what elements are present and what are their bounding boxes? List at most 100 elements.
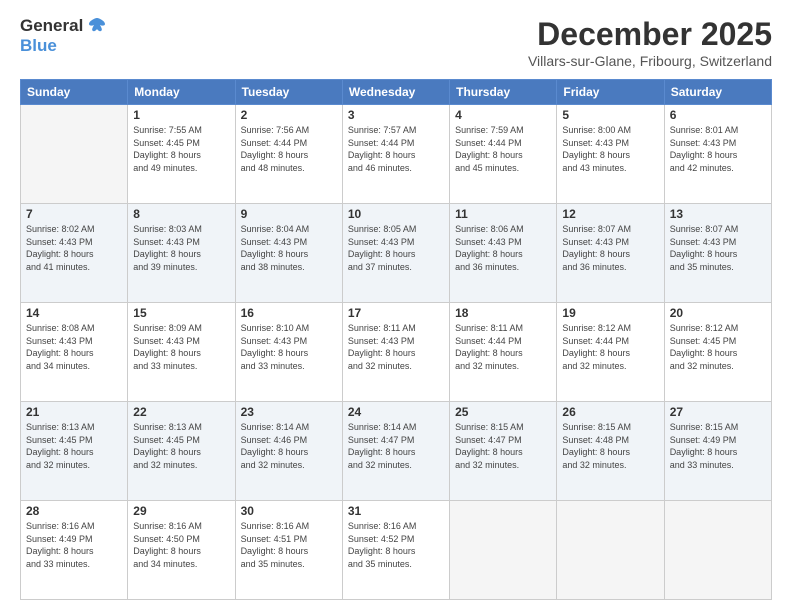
day-number: 1 (133, 108, 229, 122)
col-wednesday: Wednesday (342, 80, 449, 105)
logo-bird-icon (87, 16, 107, 36)
day-number: 27 (670, 405, 766, 419)
day-number: 18 (455, 306, 551, 320)
day-info: Sunrise: 8:10 AM Sunset: 4:43 PM Dayligh… (241, 322, 337, 372)
table-row: 6Sunrise: 8:01 AM Sunset: 4:43 PM Daylig… (664, 105, 771, 204)
table-row: 2Sunrise: 7:56 AM Sunset: 4:44 PM Daylig… (235, 105, 342, 204)
day-info: Sunrise: 8:06 AM Sunset: 4:43 PM Dayligh… (455, 223, 551, 273)
calendar-week-row: 28 Sunrise: 8:16 AM Sunset: 4:49 PM Dayli… (21, 501, 772, 600)
col-thursday: Thursday (450, 80, 557, 105)
day-info: Sunrise: 7:59 AM Sunset: 4:44 PM Dayligh… (455, 124, 551, 174)
table-row: 16Sunrise: 8:10 AM Sunset: 4:43 PM Dayli… (235, 303, 342, 402)
col-friday: Friday (557, 80, 664, 105)
day-number: 12 (562, 207, 658, 221)
logo: General Blue (20, 16, 107, 56)
day-info: Sunrise: 8:12 AM Sunset: 4:45 PM Dayligh… (670, 322, 766, 372)
table-row: 9Sunrise: 8:04 AM Sunset: 4:43 PM Daylig… (235, 204, 342, 303)
day-info: Sunrise: 8:03 AM Sunset: 4:43 PM Dayligh… (133, 223, 229, 273)
day-info: Sunrise: 8:09 AM Sunset: 4:43 PM Dayligh… (133, 322, 229, 372)
day-info: Sunrise: 8:15 AM Sunset: 4:48 PM Dayligh… (562, 421, 658, 471)
table-row: 26 Sunrise: 8:15 AM Sunset: 4:48 PM Dayli… (557, 402, 664, 501)
day-info: Sunrise: 8:05 AM Sunset: 4:43 PM Dayligh… (348, 223, 444, 273)
day-info: Sunrise: 7:57 AM Sunset: 4:44 PM Dayligh… (348, 124, 444, 174)
day-info: Sunrise: 8:16 AM Sunset: 4:49 PM Dayligh… (26, 520, 122, 570)
calendar-week-row: 14Sunrise: 8:08 AM Sunset: 4:43 PM Dayli… (21, 303, 772, 402)
day-info: Sunrise: 8:12 AM Sunset: 4:44 PM Dayligh… (562, 322, 658, 372)
day-number: 19 (562, 306, 658, 320)
day-number: 17 (348, 306, 444, 320)
day-info: Sunrise: 8:08 AM Sunset: 4:43 PM Dayligh… (26, 322, 122, 372)
day-info: Sunrise: 8:16 AM Sunset: 4:50 PM Dayligh… (133, 520, 229, 570)
day-info: Sunrise: 8:15 AM Sunset: 4:47 PM Dayligh… (455, 421, 551, 471)
day-info: Sunrise: 8:13 AM Sunset: 4:45 PM Dayligh… (133, 421, 229, 471)
table-row: 19 Sunrise: 8:12 AM Sunset: 4:44 PM Dayli… (557, 303, 664, 402)
table-row: 17 Sunrise: 8:11 AM Sunset: 4:43 PM Dayli… (342, 303, 449, 402)
day-number: 26 (562, 405, 658, 419)
table-row: 21Sunrise: 8:13 AM Sunset: 4:45 PM Dayli… (21, 402, 128, 501)
header: General Blue December 2025 Villars-sur-G… (20, 16, 772, 69)
day-info: Sunrise: 8:11 AM Sunset: 4:44 PM Dayligh… (455, 322, 551, 372)
day-number: 30 (241, 504, 337, 518)
col-tuesday: Tuesday (235, 80, 342, 105)
table-row: 29 Sunrise: 8:16 AM Sunset: 4:50 PM Dayli… (128, 501, 235, 600)
day-info: Sunrise: 8:16 AM Sunset: 4:51 PM Dayligh… (241, 520, 337, 570)
logo-general: General (20, 16, 83, 36)
table-row: 7 Sunrise: 8:02 AM Sunset: 4:43 PM Daylig… (21, 204, 128, 303)
day-number: 15 (133, 306, 229, 320)
day-number: 25 (455, 405, 551, 419)
table-row: 31Sunrise: 8:16 AM Sunset: 4:52 PM Dayli… (342, 501, 449, 600)
col-monday: Monday (128, 80, 235, 105)
table-row: 15 Sunrise: 8:09 AM Sunset: 4:43 PM Dayli… (128, 303, 235, 402)
table-row: 13Sunrise: 8:07 AM Sunset: 4:43 PM Dayli… (664, 204, 771, 303)
table-row (557, 501, 664, 600)
table-row: 11 Sunrise: 8:06 AM Sunset: 4:43 PM Dayli… (450, 204, 557, 303)
calendar-table: Sunday Monday Tuesday Wednesday Thursday… (20, 79, 772, 600)
day-number: 21 (26, 405, 122, 419)
table-row: 14Sunrise: 8:08 AM Sunset: 4:43 PM Dayli… (21, 303, 128, 402)
table-row: 23 Sunrise: 8:14 AM Sunset: 4:46 PM Dayli… (235, 402, 342, 501)
day-number: 10 (348, 207, 444, 221)
table-row: 27Sunrise: 8:15 AM Sunset: 4:49 PM Dayli… (664, 402, 771, 501)
day-number: 7 (26, 207, 122, 221)
day-info: Sunrise: 8:02 AM Sunset: 4:43 PM Dayligh… (26, 223, 122, 273)
day-info: Sunrise: 8:14 AM Sunset: 4:46 PM Dayligh… (241, 421, 337, 471)
table-row: 24 Sunrise: 8:14 AM Sunset: 4:47 PM Dayli… (342, 402, 449, 501)
table-row: 20Sunrise: 8:12 AM Sunset: 4:45 PM Dayli… (664, 303, 771, 402)
day-number: 23 (241, 405, 337, 419)
day-number: 28 (26, 504, 122, 518)
day-number: 24 (348, 405, 444, 419)
day-number: 31 (348, 504, 444, 518)
calendar-week-row: 1 Sunrise: 7:55 AM Sunset: 4:45 PM Daylig… (21, 105, 772, 204)
day-number: 4 (455, 108, 551, 122)
table-row: 1 Sunrise: 7:55 AM Sunset: 4:45 PM Daylig… (128, 105, 235, 204)
day-number: 3 (348, 108, 444, 122)
day-number: 11 (455, 207, 551, 221)
table-row: 18 Sunrise: 8:11 AM Sunset: 4:44 PM Dayli… (450, 303, 557, 402)
table-row: 22Sunrise: 8:13 AM Sunset: 4:45 PM Dayli… (128, 402, 235, 501)
table-row: 12 Sunrise: 8:07 AM Sunset: 4:43 PM Dayli… (557, 204, 664, 303)
day-number: 29 (133, 504, 229, 518)
table-row: 28 Sunrise: 8:16 AM Sunset: 4:49 PM Dayli… (21, 501, 128, 600)
table-row: 30 Sunrise: 8:16 AM Sunset: 4:51 PM Dayli… (235, 501, 342, 600)
table-row (21, 105, 128, 204)
day-info: Sunrise: 8:07 AM Sunset: 4:43 PM Dayligh… (562, 223, 658, 273)
day-number: 9 (241, 207, 337, 221)
title-block: December 2025 Villars-sur-Glane, Fribour… (528, 16, 772, 69)
calendar-week-row: 21 Sunrise: 8:13 AM Sunset: 4:45 PM Dayli… (21, 402, 772, 501)
day-info: Sunrise: 8:11 AM Sunset: 4:43 PM Dayligh… (348, 322, 444, 372)
day-info: Sunrise: 8:14 AM Sunset: 4:47 PM Dayligh… (348, 421, 444, 471)
table-row: 25 Sunrise: 8:15 AM Sunset: 4:47 PM Dayli… (450, 402, 557, 501)
table-row: 8Sunrise: 8:03 AM Sunset: 4:43 PM Daylig… (128, 204, 235, 303)
col-saturday: Saturday (664, 80, 771, 105)
day-number: 6 (670, 108, 766, 122)
location-subtitle: Villars-sur-Glane, Fribourg, Switzerland (528, 53, 772, 69)
day-info: Sunrise: 7:55 AM Sunset: 4:45 PM Dayligh… (133, 124, 229, 174)
page: General Blue December 2025 Villars-sur-G… (0, 0, 792, 612)
logo-blue: Blue (20, 36, 57, 55)
table-row: 4 Sunrise: 7:59 AM Sunset: 4:44 PM Daylig… (450, 105, 557, 204)
calendar-week-row: 7 Sunrise: 8:02 AM Sunset: 4:43 PM Daylig… (21, 204, 772, 303)
day-info: Sunrise: 8:07 AM Sunset: 4:43 PM Dayligh… (670, 223, 766, 273)
day-info: Sunrise: 7:56 AM Sunset: 4:44 PM Dayligh… (241, 124, 337, 174)
table-row (664, 501, 771, 600)
day-info: Sunrise: 8:00 AM Sunset: 4:43 PM Dayligh… (562, 124, 658, 174)
